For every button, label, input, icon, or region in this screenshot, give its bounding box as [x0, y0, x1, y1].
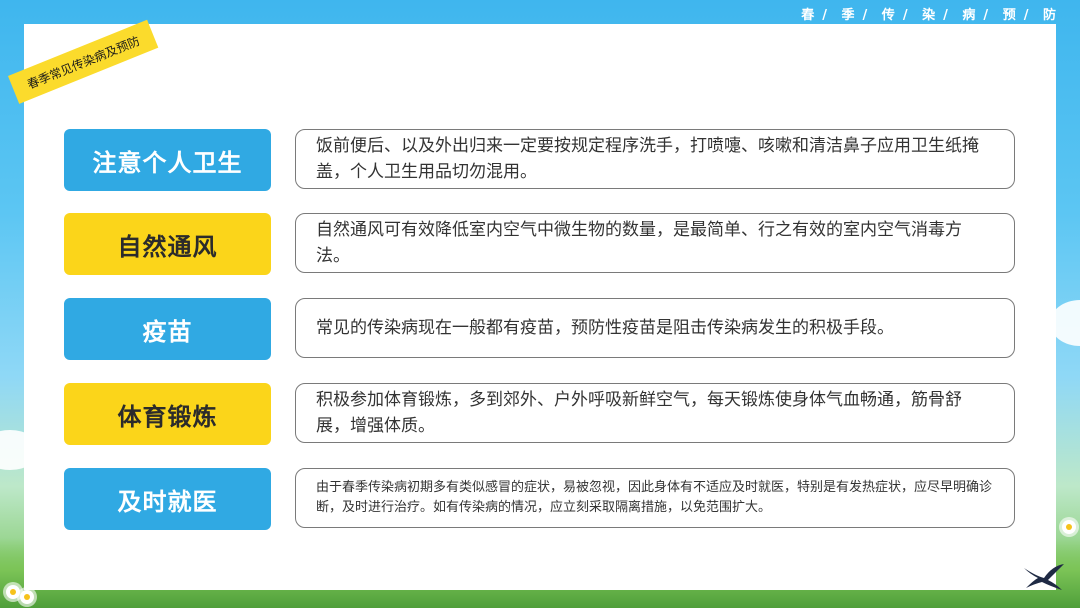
header-char: 病 [962, 8, 978, 23]
tip-label: 体育锻炼 [64, 383, 271, 445]
header-char: 染 [922, 8, 938, 23]
header-char: 春 [801, 8, 817, 23]
tip-description: 由于春季传染病初期多有类似感冒的症状，易被忽视，因此身体有不适应及时就医，特别是… [295, 468, 1015, 528]
tip-description: 常见的传染病现在一般都有疫苗，预防性疫苗是阻击传染病发生的积极手段。 [295, 298, 1015, 358]
tip-row-hygiene: 注意个人卫生 饭前便后、以及外出归来一定要按规定程序洗手，打喷嚏、咳嗽和清洁鼻子… [64, 129, 1017, 191]
tip-row-medical: 及时就医 由于春季传染病初期多有类似感冒的症状，易被忽视，因此身体有不适应及时就… [64, 468, 1017, 530]
tip-description: 自然通风可有效降低室内空气中微生物的数量，是最简单、行之有效的室内空气消毒方法。 [295, 213, 1015, 273]
header-char: 预 [1002, 8, 1018, 23]
header-char: 传 [881, 8, 897, 23]
tip-label: 注意个人卫生 [64, 129, 271, 191]
flower-decoration [6, 585, 20, 599]
header-char: 防 [1042, 8, 1058, 23]
tip-description: 饭前便后、以及外出归来一定要按规定程序洗手，打喷嚏、咳嗽和清洁鼻子应用卫生纸掩盖… [295, 129, 1015, 189]
tip-row-vaccine: 疫苗 常见的传染病现在一般都有疫苗，预防性疫苗是阻击传染病发生的积极手段。 [64, 298, 1017, 360]
tip-label: 疫苗 [64, 298, 271, 360]
tip-description: 积极参加体育锻炼，多到郊外、户外呼吸新鲜空气，每天锻炼使身体气血畅通，筋骨舒展，… [295, 383, 1015, 443]
tip-row-ventilation: 自然通风 自然通风可有效降低室内空气中微生物的数量，是最简单、行之有效的室内空气… [64, 213, 1017, 275]
flower-decoration [20, 590, 34, 604]
tip-label: 及时就医 [64, 468, 271, 530]
header-char: 季 [841, 8, 857, 23]
tip-row-exercise: 体育锻炼 积极参加体育锻炼，多到郊外、户外呼吸新鲜空气，每天锻炼使身体气血畅通，… [64, 383, 1017, 445]
tip-label: 自然通风 [64, 213, 271, 275]
header-title: 春 / 季 / 传 / 染 / 病 / 预 / 防 [801, 8, 1058, 23]
flower-decoration [1062, 520, 1076, 534]
swallow-icon [1024, 564, 1064, 590]
